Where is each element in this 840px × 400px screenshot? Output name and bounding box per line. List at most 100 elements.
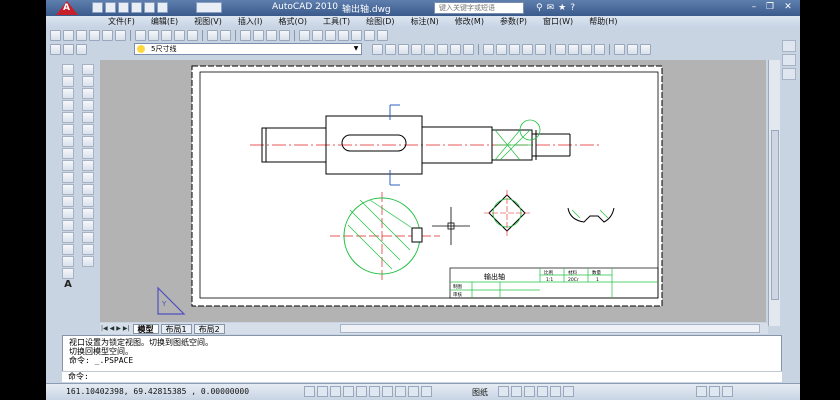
plot-icon[interactable] — [89, 30, 100, 41]
lock-icon[interactable] — [709, 386, 720, 397]
aligned-dim-icon[interactable] — [385, 44, 396, 55]
save-icon[interactable] — [118, 2, 129, 13]
multiline-text-icon[interactable]: A — [62, 280, 74, 291]
workspace-dropdown-icon[interactable] — [196, 2, 222, 13]
revision-cloud-icon[interactable] — [62, 148, 74, 159]
rotate-icon[interactable] — [82, 136, 94, 147]
tolerance-icon[interactable] — [555, 44, 566, 55]
block-editor-icon[interactable] — [187, 30, 198, 41]
clean-screen-icon[interactable] — [722, 386, 733, 397]
dim-space-icon[interactable] — [522, 44, 533, 55]
menu-window[interactable]: 窗口(W) — [535, 16, 581, 28]
erase-icon[interactable] — [82, 64, 94, 75]
diameter-icon[interactable] — [450, 44, 461, 55]
quick-dim-icon[interactable] — [483, 44, 494, 55]
menu-help[interactable]: 帮助(H) — [581, 16, 625, 28]
menu-format[interactable]: 格式(O) — [270, 16, 315, 28]
close-icon[interactable]: ✕ — [780, 1, 796, 15]
cut-icon[interactable] — [135, 30, 146, 41]
stretch-icon[interactable] — [82, 160, 94, 171]
ortho-icon[interactable] — [330, 386, 341, 397]
layer-previous-icon[interactable] — [76, 44, 87, 55]
quick-view-drawings-icon[interactable] — [511, 386, 522, 397]
otrack-icon[interactable] — [369, 386, 380, 397]
construction-line-icon[interactable] — [62, 76, 74, 87]
search-icon[interactable]: ⚲ — [536, 2, 543, 14]
dyn-icon[interactable] — [395, 386, 406, 397]
osnap-icon[interactable] — [356, 386, 367, 397]
markup-icon[interactable] — [351, 30, 362, 41]
ducs-icon[interactable] — [382, 386, 393, 397]
layer-manager-icon[interactable] — [50, 44, 61, 55]
quick-view-layouts-icon[interactable] — [498, 386, 509, 397]
pan-icon[interactable] — [240, 30, 251, 41]
chamfer-icon[interactable] — [82, 232, 94, 243]
dim-edit-icon[interactable] — [614, 44, 625, 55]
spline-icon[interactable] — [62, 160, 74, 171]
dim-update-icon[interactable] — [640, 44, 651, 55]
angular-icon[interactable] — [463, 44, 474, 55]
layer-dropdown[interactable]: 5尺寸线 ▼ — [134, 43, 362, 55]
radius-icon[interactable] — [424, 44, 435, 55]
new-icon[interactable] — [92, 2, 103, 13]
communication-icon[interactable]: ✉ — [547, 2, 555, 14]
pan-side-icon[interactable] — [782, 40, 796, 52]
hatch-icon[interactable] — [62, 232, 74, 243]
menu-dimension[interactable]: 标注(N) — [403, 16, 447, 28]
workspace-switching-icon[interactable] — [696, 386, 707, 397]
continue-icon[interactable] — [509, 44, 520, 55]
plot-preview-icon[interactable] — [102, 30, 113, 41]
array-icon[interactable] — [82, 112, 94, 123]
break-at-point-icon[interactable] — [82, 196, 94, 207]
lwt-icon[interactable] — [408, 386, 419, 397]
make-block-icon[interactable] — [62, 208, 74, 219]
tab-layout1[interactable]: 布局1 — [160, 323, 192, 334]
mirror-icon[interactable] — [82, 88, 94, 99]
offset-icon[interactable] — [82, 100, 94, 111]
gradient-icon[interactable] — [62, 244, 74, 255]
linear-dim-icon[interactable] — [372, 44, 383, 55]
horizontal-scrollbar[interactable] — [340, 324, 760, 333]
pan-status-icon[interactable] — [524, 386, 535, 397]
join-icon[interactable] — [82, 220, 94, 231]
open-file-icon[interactable] — [63, 30, 74, 41]
arc-length-icon[interactable] — [398, 44, 409, 55]
favorites-icon[interactable]: ★ — [558, 2, 566, 14]
menu-tools[interactable]: 工具(T) — [315, 16, 358, 28]
table-icon[interactable] — [62, 268, 74, 279]
snap-icon[interactable] — [304, 386, 315, 397]
paste-icon[interactable] — [161, 30, 172, 41]
vertical-scroll-thumb[interactable] — [771, 130, 779, 300]
extend-icon[interactable] — [82, 184, 94, 195]
trim-icon[interactable] — [82, 172, 94, 183]
menu-parametric[interactable]: 参数(P) — [492, 16, 535, 28]
drawing-area[interactable]: Y 输出轴 比例 材料 数量 1:1 20Cr 1 制图 审核 — [100, 60, 766, 322]
menu-modify[interactable]: 修改(M) — [447, 16, 492, 28]
tab-prev-icon[interactable]: ◀ — [109, 325, 116, 332]
command-input[interactable]: 命令: — [62, 371, 782, 382]
menu-edit[interactable]: 编辑(E) — [143, 16, 186, 28]
fillet-icon[interactable] — [82, 244, 94, 255]
insert-block-icon[interactable] — [62, 196, 74, 207]
workspace-switch[interactable] — [196, 2, 222, 14]
paper-space-toggle[interactable]: 图纸 — [472, 387, 488, 398]
zoom-side-icon[interactable] — [782, 54, 796, 66]
line-icon[interactable] — [62, 64, 74, 75]
ellipse-icon[interactable] — [62, 172, 74, 183]
dim-break-icon[interactable] — [535, 44, 546, 55]
redo-icon[interactable] — [157, 2, 168, 13]
copy-icon[interactable] — [148, 30, 159, 41]
menu-file[interactable]: 文件(F) — [100, 16, 143, 28]
inspection-icon[interactable] — [581, 44, 592, 55]
jogged-icon[interactable] — [437, 44, 448, 55]
undo-toolbar-icon[interactable] — [207, 30, 218, 41]
layer-state-icon[interactable] — [63, 44, 74, 55]
qp-icon[interactable] — [421, 386, 432, 397]
jogged-linear-icon[interactable] — [594, 44, 605, 55]
sheet-set-icon[interactable] — [338, 30, 349, 41]
help-search-input[interactable]: 键入关键字或短语 — [434, 2, 524, 14]
zoom-window-icon[interactable] — [266, 30, 277, 41]
redo-toolbar-icon[interactable] — [220, 30, 231, 41]
ordinate-icon[interactable] — [411, 44, 422, 55]
tab-next-icon[interactable]: ▶ — [115, 325, 122, 332]
